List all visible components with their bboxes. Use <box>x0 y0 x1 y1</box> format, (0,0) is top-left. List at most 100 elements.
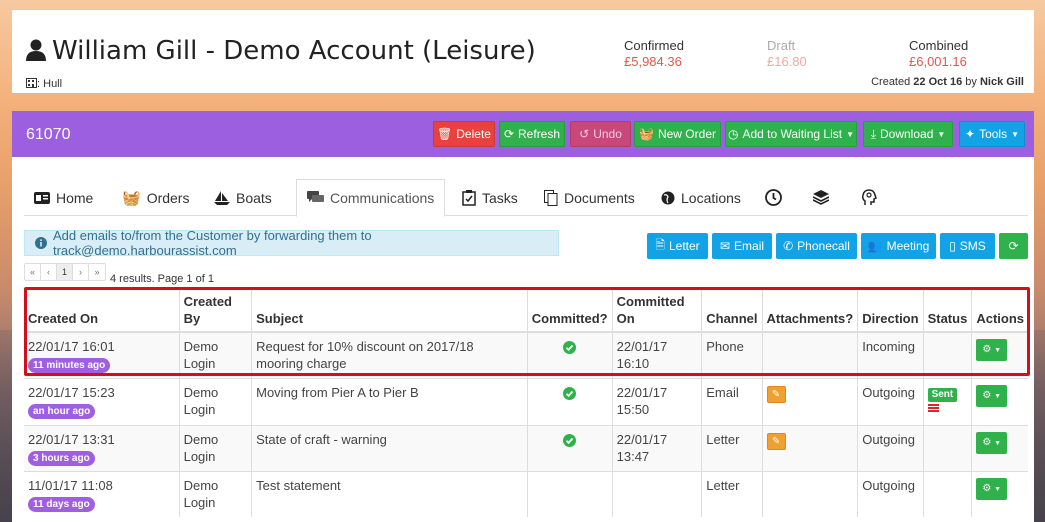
created-by-text: Demo <box>183 385 219 400</box>
row-actions-button[interactable]: ⚙ ▼ <box>976 432 1008 454</box>
cell-created-by: Demo Login <box>178 471 252 517</box>
col-committed-on[interactable]: Committed On <box>611 287 702 333</box>
tab-layers[interactable] <box>803 179 839 216</box>
account-location: : Hull <box>26 78 62 90</box>
refresh-button[interactable]: ⟳ Refresh <box>499 121 565 147</box>
new-phonecall-button[interactable]: ✆ Phonecall <box>776 233 857 259</box>
tab-orders[interactable]: 🧺 Orders <box>112 179 199 216</box>
cell-attachments: ✎ <box>761 425 858 472</box>
time-ago-badge: 11 minutes ago <box>28 358 111 373</box>
tab-locations[interactable]: Locations <box>651 179 751 216</box>
tab-documents[interactable]: Documents <box>534 179 645 216</box>
users-icon: 👥 <box>867 239 883 253</box>
created-by-word: by <box>965 76 977 88</box>
tab-boats[interactable]: Boats <box>204 179 282 216</box>
confirmed-value: £5,984.36 <box>624 54 682 69</box>
col-direction[interactable]: Direction <box>857 287 924 333</box>
table-row[interactable]: 11/01/17 11:08 11 days ago Demo Login Test… <box>24 471 1028 517</box>
created-info: Created 22 Oct 16 by Nick Gill <box>871 76 1024 88</box>
tools-label: Tools <box>979 127 1008 141</box>
confirmed-label: Confirmed <box>624 38 684 53</box>
cell-status <box>922 471 972 517</box>
committed-time: 13:47 <box>616 449 650 464</box>
table-row[interactable]: 22/01/17 16:01 11 minutes ago Demo Login R… <box>24 331 1028 379</box>
new-order-button[interactable]: 🧺 New Order <box>634 121 721 147</box>
created-date: 22 Oct 16 <box>913 76 963 88</box>
new-meeting-button[interactable]: 👥 Meeting <box>861 233 936 259</box>
menu-lines-icon[interactable] <box>927 404 939 412</box>
cell-committed <box>526 331 613 379</box>
cell-attachments <box>761 331 858 379</box>
pager-last[interactable]: » <box>89 264 105 280</box>
paperclip-icon[interactable]: ✎ <box>766 386 786 403</box>
time-ago-badge: 3 hours ago <box>28 451 95 466</box>
refresh-label: Refresh <box>518 127 561 141</box>
created-by-text: Login <box>183 449 216 464</box>
col-created-on[interactable]: Created On <box>24 287 180 333</box>
paperclip-icon[interactable]: ✎ <box>766 433 786 450</box>
cell-created-by: Demo Login <box>178 378 252 426</box>
row-actions-button[interactable]: ⚙ ▼ <box>976 339 1008 361</box>
refresh-comms-button[interactable]: ⟳ <box>999 233 1028 259</box>
comments-icon <box>307 191 324 202</box>
header-label: Committed? <box>531 311 608 326</box>
row-actions-button[interactable]: ⚙ ▼ <box>976 385 1008 407</box>
tab-history[interactable] <box>755 179 792 216</box>
tab-tasks[interactable]: Tasks <box>452 179 528 216</box>
new-sms-button[interactable]: ▯ SMS <box>940 233 995 259</box>
cell-attachments: ✎ <box>761 378 858 426</box>
col-status[interactable]: Status <box>922 287 972 333</box>
pager-first[interactable]: « <box>25 264 41 280</box>
col-channel[interactable]: Channel <box>701 287 763 333</box>
pager-page[interactable]: 1 <box>57 264 73 280</box>
col-attachments[interactable]: Attachments? <box>761 287 858 333</box>
created-on-text: 22/01/17 13:31 <box>28 432 115 447</box>
tab-profile[interactable] <box>851 179 887 216</box>
row-actions-button[interactable]: ⚙ ▼ <box>976 478 1008 500</box>
col-subject[interactable]: Subject <box>251 287 528 333</box>
tools-button[interactable]: ✦ Tools ▼ <box>959 121 1025 147</box>
header-label: Created On <box>28 311 99 326</box>
cell-created-by: Demo Login <box>178 425 252 472</box>
pager-prev[interactable]: ‹ <box>41 264 57 280</box>
waiting-list-button[interactable]: ◷ Add to Waiting List ▼ <box>725 121 857 147</box>
globe-icon <box>661 191 675 204</box>
combined-label: Combined <box>909 38 969 53</box>
clock-icon: ◷ <box>727 127 739 141</box>
table-row[interactable]: 22/01/17 15:23 an hour ago Demo Login Movi… <box>24 378 1028 426</box>
table-header-row: Created On Created By Subject Committed? … <box>24 287 1028 333</box>
cell-actions: ⚙ ▼ <box>971 425 1028 472</box>
tab-communications[interactable]: Communications <box>296 179 446 217</box>
tab-documents-label: Documents <box>564 189 635 206</box>
committed-date: 22/01/17 <box>616 432 668 447</box>
cell-status <box>922 331 972 379</box>
tab-home[interactable]: Home <box>24 179 103 216</box>
cell-subject: Request for 10% discount on 2017/18 moor… <box>251 331 528 379</box>
sailboat-icon <box>214 190 230 205</box>
cell-status: Sent <box>922 378 972 426</box>
gear-icon: ⚙ <box>982 437 992 448</box>
delete-button[interactable]: 🗑 Delete <box>433 121 495 147</box>
main-panel: Home 🧺 Orders Boats Communications Tasks… <box>12 157 1034 522</box>
col-created-by[interactable]: Created By <box>178 287 252 333</box>
undo-button[interactable]: ↺ Undo <box>570 121 631 147</box>
header-label: Committed <box>616 294 685 309</box>
building-icon <box>26 78 37 88</box>
download-button[interactable]: ⤓ Download ▼ <box>863 121 953 147</box>
col-committed[interactable]: Committed? <box>526 287 613 333</box>
cell-channel: Letter <box>701 425 763 472</box>
created-on-text: 11/01/17 11:08 <box>28 478 113 493</box>
new-order-label: New Order <box>657 127 716 141</box>
communications-table: Created On Created By Subject Committed? … <box>24 287 1028 517</box>
new-email-button[interactable]: ✉ Email <box>712 233 772 259</box>
header-label: Attachments? <box>766 311 854 326</box>
file-icon: 🗎 <box>655 237 665 252</box>
created-by-text: Demo <box>183 339 219 354</box>
cell-status <box>922 425 972 472</box>
table-row[interactable]: 22/01/17 13:31 3 hours ago Demo Login Stat… <box>24 425 1028 472</box>
header-label: Direction <box>862 311 919 326</box>
cell-committed <box>526 471 613 517</box>
pager-next[interactable]: › <box>73 264 89 280</box>
new-letter-button[interactable]: 🗎 Letter <box>647 233 708 259</box>
info-alert: Add emails to/from the Customer by forwa… <box>24 228 559 258</box>
